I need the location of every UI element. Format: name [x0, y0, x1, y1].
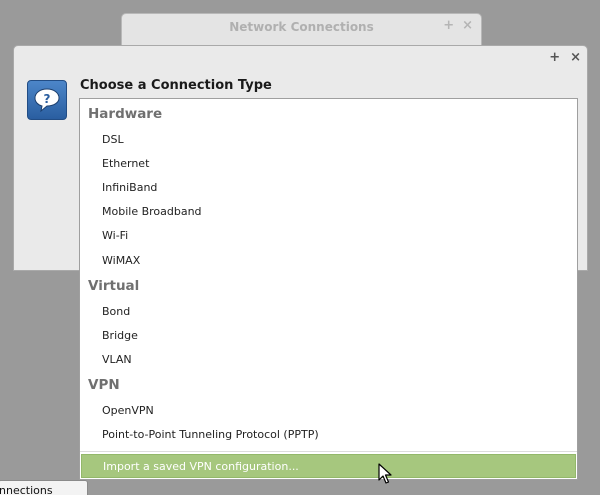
- dialog-heading: Choose a Connection Type: [80, 78, 272, 93]
- list-item-infiniband[interactable]: InfiniBand: [102, 181, 157, 194]
- list-item-wifi[interactable]: Wi-Fi: [102, 229, 128, 242]
- section-header-virtual: Virtual: [88, 278, 140, 294]
- question-icon: ?: [27, 80, 67, 120]
- list-item-ethernet[interactable]: Ethernet: [102, 157, 149, 170]
- close-icon[interactable]: ×: [462, 18, 473, 33]
- import-vpn-label: Import a saved VPN configuration...: [103, 459, 299, 473]
- list-item-mobile-broadband[interactable]: Mobile Broadband: [102, 205, 202, 218]
- list-item-vlan[interactable]: VLAN: [102, 353, 132, 366]
- import-vpn-item[interactable]: Import a saved VPN configuration...: [81, 454, 576, 478]
- maximize-icon[interactable]: +: [443, 18, 454, 33]
- section-header-vpn: VPN: [88, 377, 120, 393]
- list-item-bridge[interactable]: Bridge: [102, 329, 138, 342]
- connection-type-list[interactable]: Hardware DSL Ethernet InfiniBand Mobile …: [79, 98, 578, 480]
- taskbar-network-connections[interactable]: nnections: [0, 480, 88, 495]
- list-item-bond[interactable]: Bond: [102, 305, 130, 318]
- list-item-dsl[interactable]: DSL: [102, 133, 124, 146]
- taskbar-label: nnections: [0, 484, 53, 495]
- close-icon[interactable]: ×: [570, 50, 581, 65]
- list-separator: [80, 451, 577, 452]
- maximize-icon[interactable]: +: [549, 50, 560, 65]
- list-item-openvpn[interactable]: OpenVPN: [102, 404, 154, 417]
- network-connections-titlebar: Network Connections + ×: [122, 14, 481, 40]
- mouse-cursor-icon: [378, 463, 392, 484]
- list-item-wimax[interactable]: WiMAX: [102, 254, 140, 267]
- network-connections-title: Network Connections: [229, 20, 374, 34]
- section-header-hardware: Hardware: [88, 106, 163, 122]
- list-item-pptp[interactable]: Point-to-Point Tunneling Protocol (PPTP): [102, 428, 319, 441]
- svg-text:?: ?: [44, 92, 51, 106]
